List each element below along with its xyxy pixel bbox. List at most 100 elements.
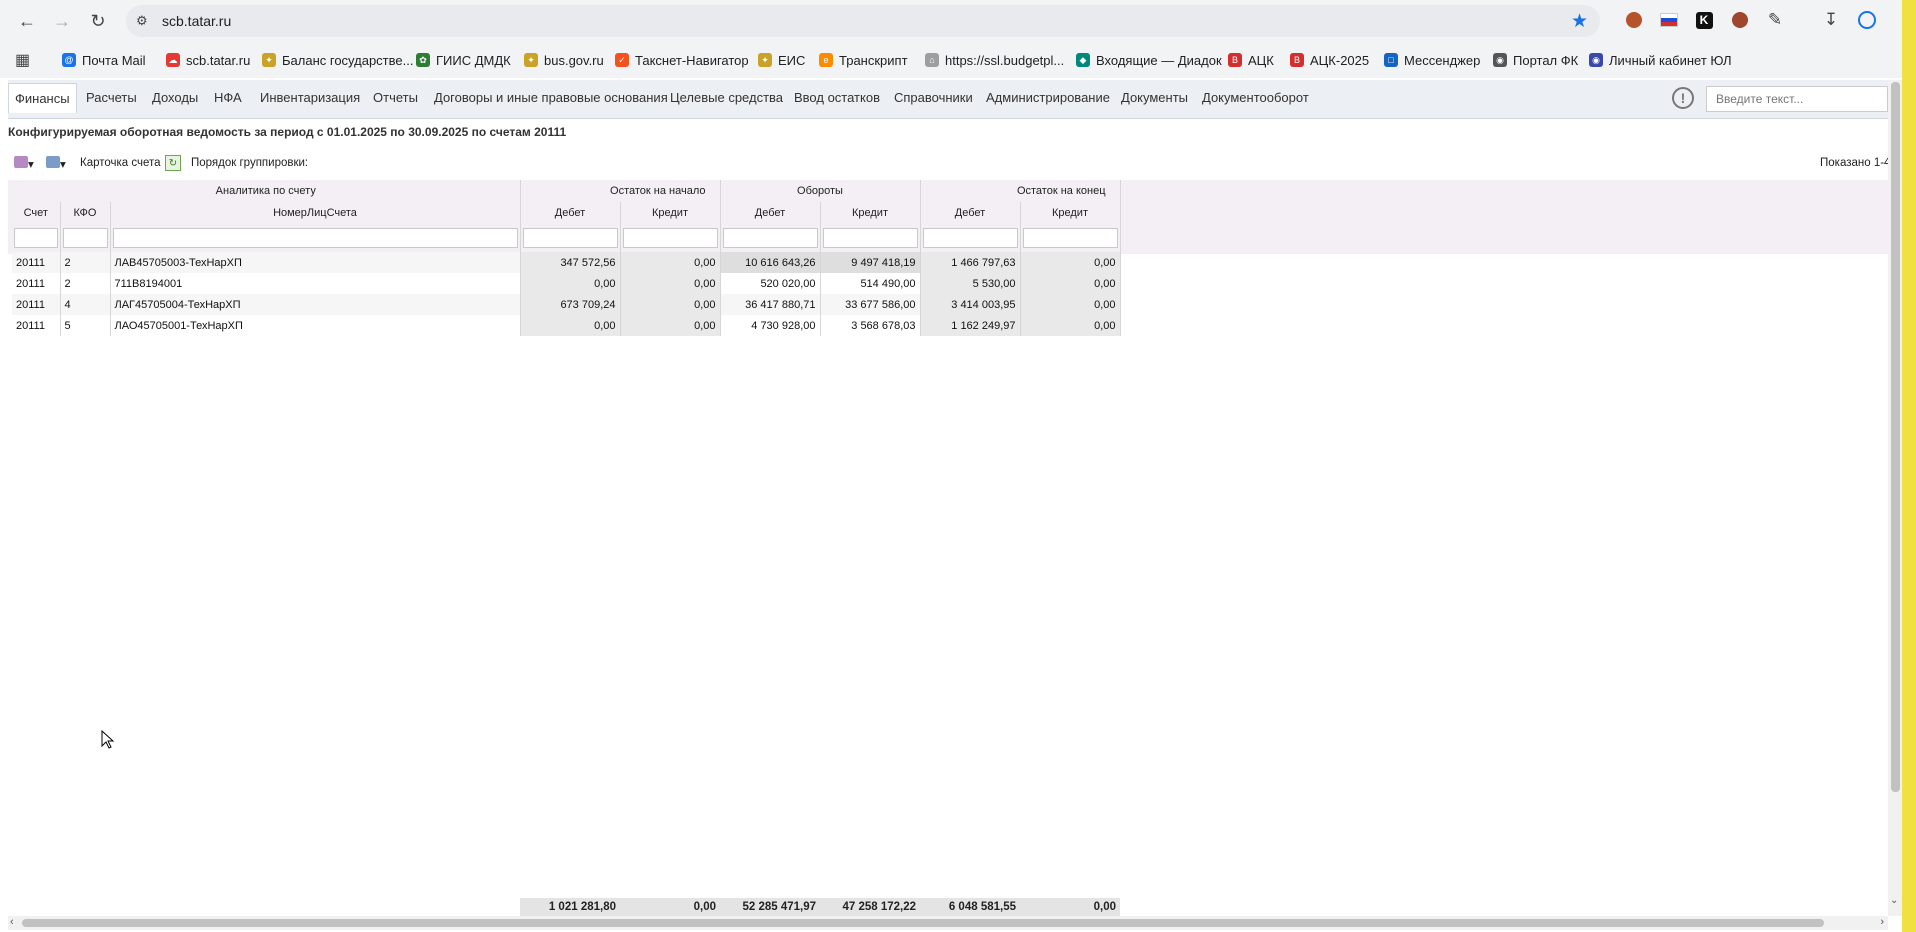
- emblem-icon: ✦: [758, 53, 772, 67]
- bookmark-star-icon[interactable]: ★: [1571, 10, 1588, 33]
- cell-turnover-credit: 514 490,00: [820, 273, 921, 294]
- cell-turnover-debit: 10 616 643,26: [720, 252, 821, 273]
- bookmark-item[interactable]: □ Мессенджер: [1384, 50, 1480, 70]
- menu-item-directories[interactable]: Справочники: [894, 90, 973, 105]
- column-header[interactable]: Дебет: [920, 202, 1021, 224]
- bookmark-item[interactable]: ✦ ЕИС: [758, 50, 805, 70]
- refresh-icon[interactable]: ↻: [165, 155, 181, 171]
- menu-item-documents[interactable]: Документы: [1121, 90, 1188, 105]
- scroll-down-arrow-icon[interactable]: ⌄: [1890, 895, 1898, 906]
- column-header[interactable]: Кредит: [620, 202, 721, 224]
- scrollbar-thumb[interactable]: [22, 919, 1824, 927]
- cell-turnover-debit: 4 730 928,00: [720, 315, 821, 336]
- cell-personal-account: 711В8194001: [110, 273, 521, 294]
- k-extension-icon[interactable]: K: [1693, 9, 1715, 31]
- cabinet-icon: ◉: [1589, 53, 1603, 67]
- cell-opening-debit: 0,00: [520, 273, 621, 294]
- filter-cell: [820, 224, 921, 252]
- column-filter-input[interactable]: [622, 228, 718, 248]
- menu-item-contracts[interactable]: Договоры и иные правовые основания: [434, 90, 668, 105]
- horizontal-scrollbar[interactable]: ‹ ›: [8, 916, 1888, 930]
- column-filter-input[interactable]: [922, 228, 1018, 248]
- cell-account: 20111: [12, 252, 61, 273]
- grouping-order-label[interactable]: Порядок группировки:: [191, 157, 308, 169]
- menu-item-nfa[interactable]: НФА: [214, 90, 242, 105]
- omnibox[interactable]: ⚙ scb.tatar.ru ★: [126, 5, 1600, 37]
- filter-cell: [60, 224, 111, 252]
- extensions-puzzle-icon[interactable]: ✎: [1764, 9, 1786, 31]
- url-text[interactable]: scb.tatar.ru: [162, 13, 231, 29]
- profile-icon[interactable]: [1856, 9, 1878, 31]
- bookmark-item[interactable]: ◆ Входящие — Диадок: [1076, 50, 1222, 70]
- column-filter-input[interactable]: [112, 228, 518, 248]
- print-dropdown-icon[interactable]: ▾: [46, 156, 66, 171]
- extension-avatar-icon[interactable]: [1729, 9, 1751, 31]
- column-header[interactable]: НомерЛицСчета: [110, 202, 521, 224]
- bookmark-item[interactable]: ◉ Личный кабинет ЮЛ: [1589, 50, 1732, 70]
- table-row[interactable]: 20111 2 ЛАВ45705003-ТехНарХП 347 572,56 …: [12, 252, 1121, 273]
- menu-item-administration[interactable]: Администрирование: [986, 90, 1110, 105]
- menu-item-target-funds[interactable]: Целевые средства: [670, 90, 783, 105]
- column-filter-input[interactable]: [1022, 228, 1118, 248]
- table-row[interactable]: 20111 2 711В8194001 0,00 0,00 520 020,00…: [12, 273, 1121, 294]
- bookmark-item[interactable]: B АЦК: [1228, 50, 1274, 70]
- column-header[interactable]: КФО: [60, 202, 111, 224]
- reload-icon[interactable]: ↻: [86, 9, 110, 33]
- scroll-left-arrow-icon[interactable]: ‹: [10, 916, 14, 928]
- bookmark-item[interactable]: ✦ Баланс государстве...: [262, 50, 413, 70]
- table-row[interactable]: 20111 4 ЛАГ45705004-ТехНарХП 673 709,24 …: [12, 294, 1121, 315]
- menu-item-document-flow[interactable]: Документооборот: [1202, 90, 1309, 105]
- cell-closing-debit: 5 530,00: [920, 273, 1021, 294]
- download-icon[interactable]: ↧: [1820, 9, 1842, 31]
- column-filter-input[interactable]: [14, 228, 58, 248]
- bookmark-item[interactable]: ✓ Такснет-Навигатор: [615, 50, 749, 70]
- column-header[interactable]: Счет: [12, 202, 61, 224]
- column-filter-input[interactable]: [822, 228, 918, 248]
- alert-icon[interactable]: !: [1672, 87, 1694, 109]
- site-info-icon[interactable]: ⚙: [136, 13, 148, 29]
- column-header[interactable]: Кредит: [820, 202, 921, 224]
- bookmark-item[interactable]: @ Почта Mail: [62, 50, 146, 70]
- extension-avatar-icon[interactable]: [1623, 9, 1645, 31]
- column-filter-input[interactable]: [722, 228, 818, 248]
- global-search-input[interactable]: [1706, 86, 1888, 112]
- forward-arrow-icon[interactable]: →: [50, 9, 74, 33]
- menu-item-settlements[interactable]: Расчеты: [86, 90, 137, 105]
- menu-item-reports[interactable]: Отчеты: [373, 90, 418, 105]
- cloud-icon: ☁: [166, 53, 180, 67]
- settings-dropdown-icon[interactable]: ▾: [14, 156, 34, 171]
- check-icon: ✓: [615, 53, 629, 67]
- window-edge: [1902, 0, 1916, 932]
- column-header[interactable]: Дебет: [520, 202, 621, 224]
- back-arrow-icon[interactable]: ←: [15, 9, 39, 33]
- apps-grid-icon[interactable]: ▦: [15, 50, 30, 70]
- scroll-right-arrow-icon[interactable]: ›: [1880, 916, 1884, 928]
- menu-item-finance[interactable]: Финансы: [8, 83, 77, 113]
- diadoc-icon: ◆: [1076, 53, 1090, 67]
- russia-flag-icon[interactable]: [1658, 9, 1680, 31]
- bookmark-item[interactable]: ◉ Портал ФК: [1493, 50, 1578, 70]
- menu-item-balances-input[interactable]: Ввод остатков: [794, 90, 880, 105]
- bookmark-item[interactable]: ⌂ https://ssl.budgetpl...: [925, 50, 1064, 70]
- bookmark-label: АЦК-2025: [1310, 52, 1370, 68]
- cell-turnover-credit: 3 568 678,03: [820, 315, 921, 336]
- bookmark-item[interactable]: e Транскрипт: [819, 50, 908, 70]
- vertical-scrollbar[interactable]: ⌄: [1888, 80, 1902, 916]
- bookmark-item[interactable]: B АЦК-2025: [1290, 50, 1369, 70]
- column-header[interactable]: Дебет: [720, 202, 821, 224]
- menu-item-inventory[interactable]: Инвентаризация: [260, 90, 360, 105]
- account-card-button[interactable]: Карточка счета: [80, 157, 161, 169]
- table-row[interactable]: 20111 5 ЛАО45705001-ТехНарХП 0,00 0,00 4…: [12, 315, 1121, 336]
- menu-item-income[interactable]: Доходы: [152, 90, 198, 105]
- turnover-table: Аналитика по счету Остаток на начало Обо…: [12, 180, 1121, 336]
- bookmark-item[interactable]: ✦ bus.gov.ru: [524, 50, 604, 70]
- scrollbar-thumb[interactable]: [1891, 82, 1900, 792]
- bookmark-label: scb.tatar.ru: [186, 52, 251, 68]
- filter-cell: [520, 224, 621, 252]
- column-filter-input[interactable]: [62, 228, 108, 248]
- bookmark-item[interactable]: ☁ scb.tatar.ru: [166, 50, 250, 70]
- column-header[interactable]: Кредит: [1020, 202, 1121, 224]
- bft-icon: B: [1290, 53, 1304, 67]
- column-filter-input[interactable]: [522, 228, 618, 248]
- bookmark-item[interactable]: ✿ ГИИС ДМДК: [416, 50, 511, 70]
